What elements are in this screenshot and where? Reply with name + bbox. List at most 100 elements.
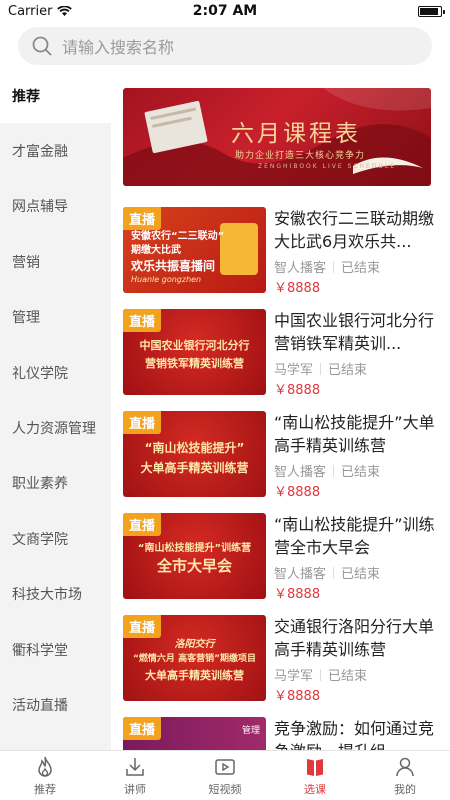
course-title: “南山松技能提升”训练营全市大早会: [274, 515, 435, 557]
bottom-tab-bar: 推荐 讲师 短视频 选课 我的: [0, 750, 450, 800]
sidebar-item-label: 礼仪学院: [12, 365, 68, 382]
course-thumbnail: 直播 “南山松技能提升”训练营 全市大早会: [123, 513, 266, 599]
person-icon: [396, 757, 414, 776]
status-bar: Carrier 2:07 AM: [0, 0, 450, 22]
course-thumbnail: 直播 管理: [123, 717, 266, 750]
course-meta: 智人播客 已结束: [274, 461, 380, 480]
course-title: 交通银行洛阳分行大单高手精英训练营: [274, 617, 435, 659]
course-title: “南山松技能提升”大单高手精英训练营: [274, 413, 435, 455]
course-meta: 智人播客 已结束: [274, 563, 380, 582]
course-card[interactable]: 直播 安徽农行“二三联动” 期缴大比武 欢乐共振喜播间 Huanle gongz…: [123, 207, 443, 297]
video-icon: [215, 758, 235, 775]
tab-label: 选课: [304, 782, 326, 796]
wifi-icon: [57, 5, 73, 16]
thumb-line: 期缴大比武: [131, 245, 181, 256]
search-icon: [32, 36, 52, 56]
sidebar-item-label: 推荐: [12, 88, 40, 105]
thumb-line: 全市大早会: [156, 557, 232, 575]
sidebar-item-professional[interactable]: 职业素养: [0, 456, 111, 511]
course-meta: 马学军 已结束: [274, 359, 367, 378]
tab-mine[interactable]: 我的: [360, 751, 450, 800]
sidebar-item-finance[interactable]: 才富金融: [0, 123, 111, 178]
course-price: ￥8888: [274, 587, 321, 602]
course-schedule-banner[interactable]: 六月课程表 助力企业打造三大核心竞争力 ZENGHIBOOK LIVE SCHE…: [123, 88, 431, 186]
course-price: ￥8888: [274, 383, 321, 398]
thumb-line: “南山松技能提升”训练营: [137, 543, 252, 554]
sidebar-item-recommend[interactable]: 推荐: [0, 68, 111, 124]
live-badge: 直播: [123, 207, 162, 230]
sidebar-item-label: 管理: [12, 310, 40, 327]
course-price: ￥8888: [274, 281, 321, 296]
sidebar-item-quke[interactable]: 衢科学堂: [0, 622, 111, 677]
course-author: 智人播客: [274, 261, 327, 276]
sidebar-item-tech-market[interactable]: 科技大市场: [0, 567, 111, 622]
thumb-line: 管理: [241, 726, 260, 736]
sidebar-item-live-events[interactable]: 活动直播: [0, 677, 111, 732]
course-price: ￥8888: [274, 485, 321, 500]
sidebar-item-label: 活动直播: [12, 697, 68, 714]
thumb-line: 大单高手精英训练营: [140, 461, 249, 475]
tab-recommend[interactable]: 推荐: [0, 751, 90, 800]
thumb-line: 中国农业银行河北分行: [139, 339, 250, 352]
sidebar-item-label: 职业素养: [12, 476, 68, 493]
course-status: 已结束: [328, 363, 368, 378]
course-title: 中国农业银行河北分行营销铁军精英训...: [274, 311, 435, 353]
category-sidebar: 推荐 才富金融 网点辅导 营销 管理 礼仪学院 人力资源管理 职业素养 文商学院…: [0, 68, 111, 750]
course-status: 已结束: [341, 567, 381, 582]
course-card[interactable]: 直播 中国农业银行河北分行 营销铁军精英训练营 中国农业银行河北分行营销铁军精英…: [123, 309, 443, 399]
sidebar-item-business-school[interactable]: 文商学院: [0, 511, 111, 566]
thumb-line: “燃情六月 高客营销”期缴项目: [133, 654, 256, 664]
tab-select-course[interactable]: 选课: [270, 751, 360, 800]
book-icon: [307, 758, 323, 776]
course-meta: 智人播客 已结束: [274, 257, 380, 276]
course-author: 智人播客: [274, 567, 327, 582]
sidebar-item-etiquette[interactable]: 礼仪学院: [0, 345, 111, 400]
sidebar-item-label: 科技大市场: [12, 587, 82, 604]
sidebar-item-management[interactable]: 管理: [0, 290, 111, 345]
download-icon: [126, 757, 144, 776]
course-card[interactable]: 直播 管理 竞争激励：如何通过竞争激励，提升组...: [123, 717, 443, 750]
banner-subtitle-en: ZENGHIBOOK LIVE SCHEDULE: [258, 163, 396, 170]
course-card[interactable]: 直播 “南山松技能提升”训练营 全市大早会 “南山松技能提升”训练营全市大早会 …: [123, 513, 443, 603]
thumb-line: 欢乐共振喜播间: [131, 259, 216, 273]
sidebar-item-branch-coaching[interactable]: 网点辅导: [0, 179, 111, 234]
search-input[interactable]: 请输入搜索名称: [18, 27, 432, 65]
tab-lecturer[interactable]: 讲师: [90, 751, 180, 800]
course-card[interactable]: 直播 “南山松技能提升” 大单高手精英训练营 “南山松技能提升”大单高手精英训练…: [123, 411, 443, 501]
thumb-line: Huanle gongzhen: [131, 275, 202, 284]
live-badge: 直播: [123, 309, 162, 332]
sidebar-item-label: 营销: [12, 254, 40, 271]
status-left: Carrier: [8, 3, 73, 19]
live-badge: 直播: [123, 411, 162, 434]
course-author: 马学军: [274, 669, 314, 684]
course-thumbnail: 直播 洛阳交行 “燃情六月 高客营销”期缴项目 大单高手精英训练营: [123, 615, 266, 701]
course-title: 安徽农行二三联动期缴大比武6月欢乐共...: [274, 209, 435, 251]
divider: [333, 260, 335, 273]
sidebar-item-hr[interactable]: 人力资源管理: [0, 400, 111, 455]
divider: [320, 668, 322, 681]
divider: [333, 566, 335, 579]
divider: [333, 464, 335, 477]
divider: [320, 362, 322, 375]
course-thumbnail: 直播 安徽农行“二三联动” 期缴大比武 欢乐共振喜播间 Huanle gongz…: [123, 207, 266, 293]
course-thumbnail: 直播 “南山松技能提升” 大单高手精英训练营: [123, 411, 266, 497]
thumb-line: 大单高手精英训练营: [145, 669, 244, 682]
live-badge: 直播: [123, 717, 162, 740]
course-card[interactable]: 直播 洛阳交行 “燃情六月 高客营销”期缴项目 大单高手精英训练营 交通银行洛阳…: [123, 615, 443, 705]
status-time: 2:07 AM: [192, 3, 258, 19]
tab-label: 短视频: [208, 782, 242, 796]
course-meta: 马学军 已结束: [274, 665, 367, 684]
carrier-label: Carrier: [8, 3, 53, 19]
course-list: 六月课程表 助力企业打造三大核心竞争力 ZENGHIBOOK LIVE SCHE…: [111, 68, 450, 750]
course-title: 竞争激励：如何通过竞争激励，提升组...: [274, 719, 435, 750]
sidebar-item-marketing[interactable]: 营销: [0, 234, 111, 289]
course-thumbnail: 直播 中国农业银行河北分行 营销铁军精英训练营: [123, 309, 266, 395]
course-status: 已结束: [341, 465, 381, 480]
sidebar-item-label: 衢科学堂: [12, 642, 68, 659]
tab-label: 推荐: [34, 782, 56, 796]
tab-short-video[interactable]: 短视频: [180, 751, 270, 800]
sidebar-item-label: 文商学院: [12, 531, 68, 548]
live-badge: 直播: [123, 513, 162, 536]
course-status: 已结束: [328, 669, 368, 684]
search-placeholder: 请输入搜索名称: [62, 38, 175, 57]
